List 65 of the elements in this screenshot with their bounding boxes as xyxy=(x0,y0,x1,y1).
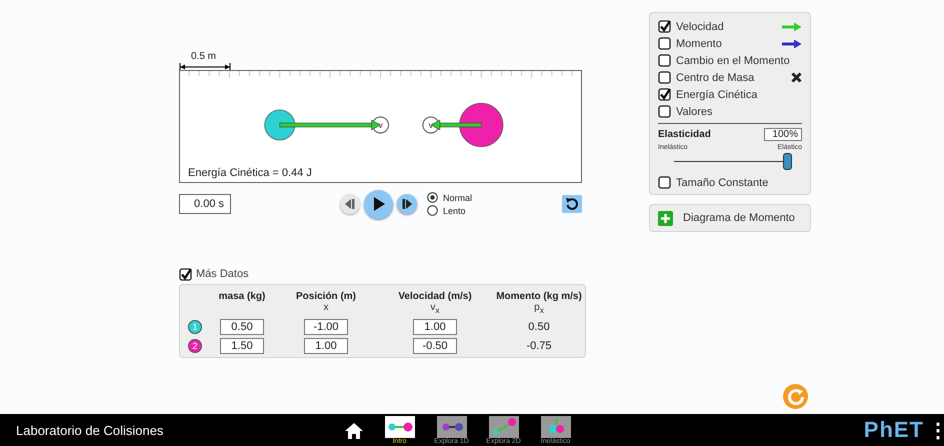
mass-field[interactable]: 0.50 xyxy=(220,319,264,335)
checked-checkbox[interactable] xyxy=(658,20,671,33)
menu-button[interactable]: ⋮ xyxy=(928,418,940,442)
option-label: Tamaño Constante xyxy=(676,176,768,188)
position-field[interactable]: 1.00 xyxy=(304,338,348,354)
collision-icon xyxy=(540,416,570,438)
collision-icon xyxy=(488,416,518,438)
home-icon xyxy=(344,422,364,440)
speed-label: Lento xyxy=(443,206,466,216)
play-button[interactable] xyxy=(364,190,393,218)
checkbox[interactable] xyxy=(658,54,671,67)
column-header: Velocidad (m/s) xyxy=(398,291,472,302)
scale-arrow xyxy=(179,63,231,70)
collision-icon xyxy=(384,416,414,438)
phet-logo: PhET xyxy=(864,417,924,443)
velocity-field[interactable]: -0.50 xyxy=(413,338,457,354)
option-label: Centro de Masa xyxy=(676,72,754,84)
momentum-value: 0.50 xyxy=(528,320,550,335)
column-header: masa (kg) xyxy=(218,291,266,302)
slider-thumb[interactable] xyxy=(783,153,792,170)
position-field[interactable]: -1.00 xyxy=(304,319,348,335)
momentum-diagram-button[interactable]: Diagrama de Momento xyxy=(649,204,811,232)
option-label: Valores xyxy=(676,106,712,118)
checked-checkbox[interactable] xyxy=(179,268,192,280)
velocity-arrow xyxy=(430,120,482,130)
elasticity-value: 100% xyxy=(764,128,802,141)
mass-field[interactable]: 1.50 xyxy=(220,338,264,354)
option-label: Momento xyxy=(676,38,722,50)
reset-button[interactable] xyxy=(562,195,582,213)
column-symbol: x xyxy=(324,302,328,313)
reload-icon xyxy=(565,197,579,211)
scale-label: 0.5 m xyxy=(191,52,216,62)
column-symbol: v$_{x}$ xyxy=(430,302,440,316)
elasticity-label: Elasticidad xyxy=(658,129,711,140)
checked-checkbox[interactable] xyxy=(658,88,671,101)
ball-number-badge: 2 xyxy=(188,339,202,353)
plus-icon xyxy=(658,210,673,226)
column-header: Posición (m) xyxy=(296,291,356,302)
option-label: Cambio en el Momento xyxy=(676,54,790,66)
collision-icon xyxy=(436,416,466,438)
speed-label: Normal xyxy=(443,192,472,202)
kinetic-energy-readout: Energía Cinética = 0.44 J xyxy=(188,167,312,179)
ball xyxy=(459,102,504,148)
column-symbol: p$_{x}$ xyxy=(534,302,544,316)
option-label: Energía Cinética xyxy=(676,88,758,100)
more-data-label: Más Datos xyxy=(196,268,249,280)
radio-button[interactable] xyxy=(427,192,438,203)
column-header: Momento (kg m/s) xyxy=(496,291,582,302)
checkbox[interactable] xyxy=(658,71,671,84)
step-forward-button[interactable] xyxy=(397,194,417,214)
time-field[interactable]: 0.00 s xyxy=(179,194,231,214)
radio-button[interactable] xyxy=(427,205,438,216)
play-icon xyxy=(372,196,386,212)
step-forward-icon xyxy=(401,198,413,210)
cross-icon xyxy=(791,72,802,83)
velocity-field[interactable]: 1.00 xyxy=(413,319,457,335)
momentum-value: -0.75 xyxy=(526,339,552,354)
checkbox[interactable] xyxy=(658,176,671,189)
app-title: Laboratorio de Colisiones xyxy=(16,422,164,438)
checkbox[interactable] xyxy=(658,37,671,50)
ball-number-badge: 1 xyxy=(188,320,202,334)
checkbox[interactable] xyxy=(658,105,671,118)
step-back-icon xyxy=(344,198,356,210)
ball xyxy=(264,110,296,140)
option-label: Velocidad xyxy=(676,20,724,32)
